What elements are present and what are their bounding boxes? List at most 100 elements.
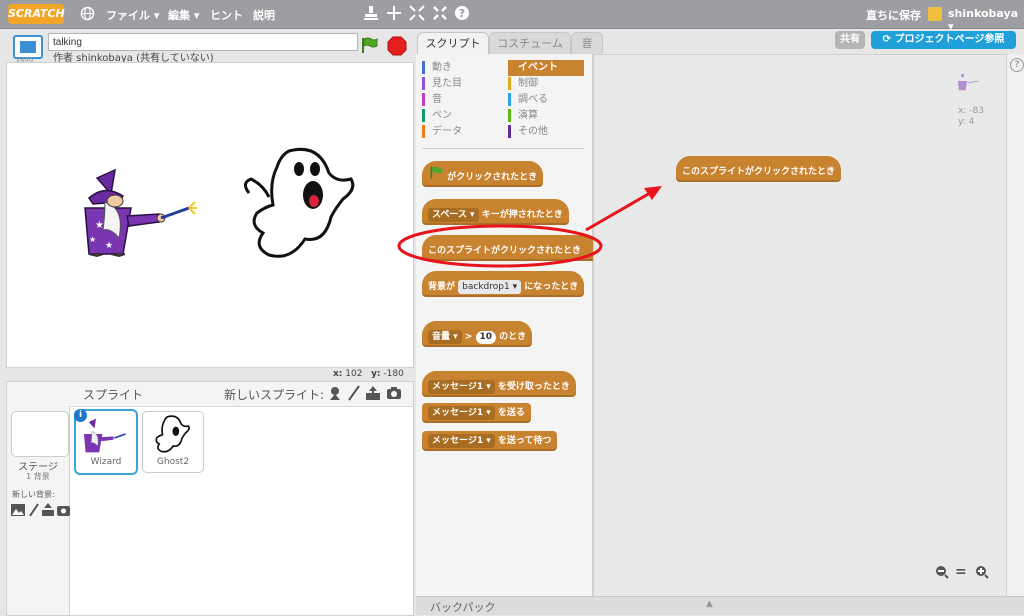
zoom-reset-icon[interactable]: =	[955, 564, 967, 580]
broadcast-and-wait-block[interactable]: メッセージ1 ▾ を送って待つ	[422, 431, 558, 451]
key-dropdown[interactable]: スペース ▾	[428, 208, 479, 222]
sensor-dropdown[interactable]: 音量 ▾	[428, 330, 462, 344]
grow-icon[interactable]	[409, 5, 425, 25]
new-sprite-label: 新しいスプライト:	[224, 388, 325, 402]
help-icon[interactable]: ?	[1010, 58, 1024, 72]
menu-tips[interactable]: ヒント	[210, 7, 243, 23]
backdrop-library-icon[interactable]	[11, 504, 25, 519]
help-icon[interactable]: ?	[454, 5, 470, 25]
upload-sprite-icon[interactable]	[365, 385, 381, 404]
category-label: 制御	[518, 78, 538, 89]
duplicate-stamp-icon[interactable]	[363, 5, 379, 25]
stop-sign-icon[interactable]	[387, 36, 407, 56]
category-label: その他	[518, 126, 548, 137]
script-area[interactable]: このスプライトがクリックされたとき x: -83 y: 4 =	[593, 54, 1007, 598]
x-label: x:	[333, 369, 343, 379]
block-label: のとき	[499, 332, 527, 342]
svg-text:★: ★	[105, 241, 113, 251]
wizard-sprite[interactable]: ★ ★ ★	[75, 168, 205, 261]
category-sound[interactable]: 音	[422, 92, 504, 108]
message-dropdown[interactable]: メッセージ1 ▾	[428, 380, 495, 394]
block-label: になったとき	[524, 282, 579, 292]
sprite-thumbnail-wizard[interactable]: i Wizard	[74, 409, 138, 475]
see-project-page-label: プロジェクトページ参照	[894, 34, 1005, 45]
tab-costumes[interactable]: コスチューム	[489, 32, 571, 55]
greater-than: >	[464, 332, 473, 342]
block-label: このスプライトがクリックされたとき	[682, 167, 836, 177]
ghost-sprite[interactable]	[239, 143, 364, 266]
zoom-in-icon[interactable]	[975, 565, 989, 582]
paint-new-sprite-icon[interactable]	[346, 385, 362, 404]
category-column-left: 動き 見た目 音 ペン データ	[422, 60, 504, 140]
menu-edit[interactable]: 編集 ▾	[168, 7, 199, 23]
tab-sounds[interactable]: 音	[571, 32, 603, 55]
mouse-coordinates: x: 102 y: -180	[333, 369, 404, 379]
when-backdrop-switches-block[interactable]: 背景が backdrop1 ▾ になったとき	[422, 271, 585, 297]
delete-scissors-icon[interactable]	[386, 5, 402, 25]
placed-sprite-clicked-block[interactable]: このスプライトがクリックされたとき	[676, 156, 842, 182]
shrink-icon[interactable]	[432, 5, 448, 25]
message-dropdown[interactable]: メッセージ1 ▾	[428, 434, 495, 448]
upload-backdrop-icon[interactable]	[41, 503, 55, 519]
stage-thumbnail[interactable]	[11, 411, 69, 457]
menu-about[interactable]: 説明	[253, 7, 275, 23]
backdrop-dropdown[interactable]: backdrop1 ▾	[458, 280, 522, 294]
stage-backdrop-count: 1 背景	[26, 472, 50, 481]
message-value: メッセージ1	[432, 408, 484, 418]
caret-up-icon: ▲	[706, 599, 713, 609]
sprite-panel: スプライト 新しいスプライト: ステージ 1 背景 新しい背景: i Wizar…	[6, 381, 414, 616]
when-key-pressed-block[interactable]: スペース ▾ キーが押されたとき	[422, 199, 569, 225]
share-button[interactable]: 共有	[835, 31, 865, 49]
category-control[interactable]: 制御	[508, 76, 584, 92]
vertical-scrollbar[interactable]: ?	[1006, 54, 1024, 596]
block-label: を送って待つ	[497, 436, 552, 446]
when-flag-clicked-block[interactable]: がクリックされたとき	[422, 161, 544, 187]
category-more-blocks[interactable]: その他	[508, 124, 584, 140]
when-sprite-clicked-block[interactable]: このスプライトがクリックされたとき	[422, 235, 596, 261]
scratch-logo[interactable]: SCRATCH	[8, 4, 65, 24]
block-label: このスプライトがクリックされたとき	[428, 246, 582, 256]
save-now-button[interactable]: 直ちに保存	[866, 7, 921, 23]
green-flag-icon[interactable]	[360, 36, 378, 54]
see-project-page-button[interactable]: ⟳ プロジェクトページ参照	[871, 31, 1016, 49]
backpack-bar[interactable]: バックパック ▲	[416, 596, 1024, 615]
message-dropdown[interactable]: メッセージ1 ▾	[428, 406, 495, 420]
when-sensor-greater-block[interactable]: 音量 ▾ > 10 のとき	[422, 321, 533, 347]
category-data[interactable]: データ	[422, 124, 504, 140]
category-looks[interactable]: 見た目	[422, 76, 504, 92]
refresh-arrows-icon: ⟳	[882, 34, 892, 45]
user-menu[interactable]: shinkobaya ▾	[948, 7, 1024, 33]
tab-scripts[interactable]: スクリプト	[417, 32, 489, 55]
sprite-thumbnail-ghost2[interactable]: Ghost2	[142, 411, 204, 473]
camera-backdrop-icon[interactable]	[57, 504, 70, 519]
when-i-receive-block[interactable]: メッセージ1 ▾ を受け取ったとき	[422, 371, 576, 397]
category-operators[interactable]: 演算	[508, 108, 584, 124]
choose-sprite-from-library-icon[interactable]	[327, 385, 343, 404]
sensor-value: 音量	[432, 332, 451, 342]
threshold-input[interactable]: 10	[475, 331, 497, 344]
mouse-y: -180	[383, 369, 404, 379]
category-events[interactable]: イベント	[508, 60, 584, 76]
globe-icon[interactable]	[80, 6, 95, 25]
sprite-name: Wizard	[90, 457, 122, 467]
mouse-x: 102	[345, 369, 363, 379]
green-flag-icon	[428, 161, 444, 193]
svg-text:?: ?	[459, 7, 465, 20]
category-label: 音	[432, 94, 442, 105]
category-label: 見た目	[432, 78, 462, 89]
broadcast-block[interactable]: メッセージ1 ▾ を送る	[422, 403, 531, 423]
menu-file[interactable]: ファイル ▾	[106, 7, 159, 23]
category-divider	[422, 148, 584, 149]
category-pen[interactable]: ペン	[422, 108, 504, 124]
category-motion[interactable]: 動き	[422, 60, 504, 76]
category-label: データ	[432, 126, 462, 137]
block-palette: 動き 見た目 音 ペン データ イベント 制御 調べる 演算 その他 がクリック…	[416, 54, 596, 596]
category-sensing[interactable]: 調べる	[508, 92, 584, 108]
category-label: イベント	[518, 62, 558, 73]
sprite-x-position: x: -83	[958, 106, 984, 116]
stage[interactable]: ★ ★ ★	[6, 62, 414, 368]
camera-sprite-icon[interactable]	[386, 386, 402, 403]
menu-bar: SCRATCH ファイル ▾ 編集 ▾ ヒント 説明 ? 直ちに保存 shink…	[0, 0, 1024, 33]
paint-backdrop-icon[interactable]	[28, 503, 40, 520]
zoom-out-icon[interactable]	[935, 565, 949, 582]
